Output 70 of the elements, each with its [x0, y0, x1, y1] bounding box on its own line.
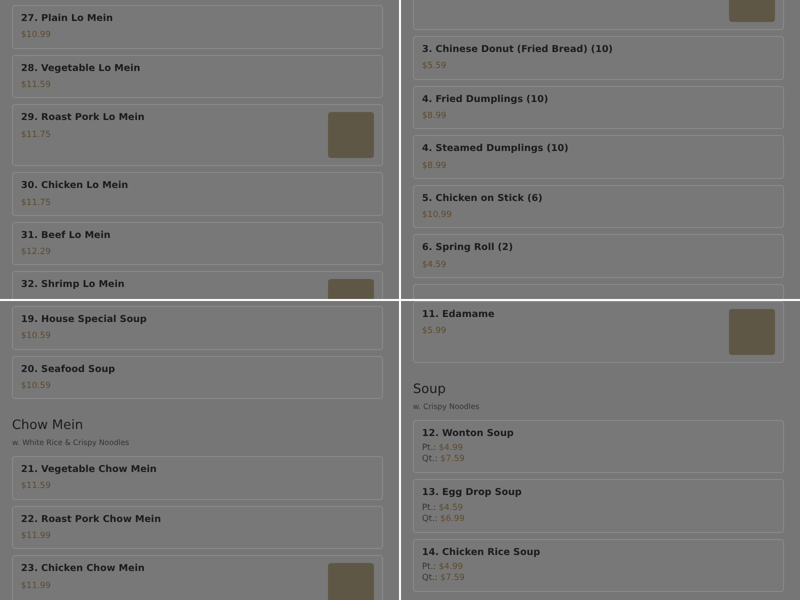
- item-name: 5. Chicken on Stick (6): [422, 192, 543, 204]
- item-price: $11.99: [21, 530, 52, 542]
- item-name: 12. Wonton Soup: [422, 428, 514, 440]
- item-price: $10.99: [422, 210, 453, 220]
- menu-item-card[interactable]: 14. Chicken Rice Soup Pt.: $4.99 Qt.: $7.59: [413, 538, 784, 592]
- item-price: $11.75: [21, 130, 52, 140]
- item-price: $5.59: [422, 61, 448, 72]
- item-price: $10.59: [21, 380, 52, 392]
- item-name: 4. Fried Dumplings (10): [422, 94, 548, 105]
- item-price: $10.59: [21, 331, 52, 342]
- menu-item-card[interactable]: 23. Chicken Chow Mein $11.99: [12, 555, 383, 600]
- item-name: 28. Vegetable Lo Mein: [21, 62, 140, 74]
- item-name: 19. House Special Soup: [21, 314, 147, 326]
- menu-item-card[interactable]: 4. Fried Dumplings (10) $8.99: [413, 86, 784, 130]
- menu-item-card[interactable]: 13. Egg Drop Soup Pt.: $4.59 Qt.: $6.99: [413, 479, 784, 533]
- item-price: $6.99: [440, 514, 465, 524]
- item-name: 31. Beef Lo Mein: [21, 230, 111, 242]
- item-name: 4. Steamed Dumplings (10): [422, 143, 569, 155]
- item-price: $4.99: [438, 562, 464, 572]
- item-price: $8.99: [422, 160, 448, 171]
- item-price: $11.59: [21, 481, 52, 492]
- menu-item-card[interactable]: 22. Roast Pork Chow Mein $11.99: [12, 506, 383, 550]
- item-price: $12.29: [21, 247, 52, 258]
- menu-item-card[interactable]: 5. Chicken on Stick (6) $10.99: [413, 184, 784, 228]
- item-name: 14. Chicken Rice Soup: [422, 546, 540, 558]
- menu-item-card[interactable]: 12. Wonton Soup Pt.: $4.99 Qt.: $7.59: [413, 420, 784, 474]
- item-name: 29. Roast Pork Lo Mein: [21, 112, 144, 124]
- menu-item-card[interactable]: 19. House Special Soup $10.59: [12, 306, 383, 350]
- item-name: 32. Shrimp Lo Mein: [21, 279, 124, 291]
- item-name: 6. Spring Roll (2): [422, 242, 513, 254]
- item-name: 20. Seafood Soup: [21, 364, 116, 375]
- menu-item-card[interactable]: 4. Steamed Dumplings (10) $8.99: [413, 135, 784, 179]
- price-label: Pt.:: [422, 502, 436, 513]
- section-title: Chow Mein: [12, 418, 84, 434]
- item-name: 30. Chicken Lo Mein: [21, 180, 128, 192]
- menu-item-card[interactable]: 6. Spring Roll (2) $4.59: [413, 234, 784, 278]
- item-name: 27. Plain Lo Mein: [21, 13, 113, 24]
- menu-item-card[interactable]: 11. Edamame $5.99: [413, 301, 784, 363]
- menu-item-card[interactable]: 27. Plain Lo Mein $10.99: [12, 5, 383, 49]
- item-price: $4.59: [438, 502, 464, 513]
- item-price: $5.99: [422, 326, 448, 337]
- item-name: 23. Chicken Chow Mein: [21, 563, 145, 575]
- menu-item-card[interactable]: 3. Chinese Donut (Fried Bread) (10) $5.59: [413, 36, 784, 80]
- price-label: Qt.:: [422, 514, 438, 524]
- menu-item-card[interactable]: 28. Vegetable Lo Mein $11.59: [12, 54, 383, 98]
- item-price: $8.99: [422, 110, 448, 122]
- item-name: 3. Chinese Donut (Fried Bread) (10): [422, 44, 613, 56]
- menu-item-card[interactable]: 21. Vegetable Chow Mein $11.59: [12, 456, 383, 500]
- item-price: $7.59: [440, 454, 465, 464]
- menu-item-card[interactable]: 29. Roast Pork Lo Mein $11.75: [12, 104, 383, 166]
- item-price: $11.59: [21, 80, 52, 90]
- menu-item-card[interactable]: 30. Chicken Lo Mein $11.75: [12, 172, 383, 216]
- item-name: 11. Edamame: [422, 309, 494, 320]
- item-price: $4.59: [422, 260, 448, 270]
- item-price: $7.59: [440, 573, 465, 584]
- price-label: Pt.:: [422, 443, 436, 454]
- price-label: Qt.:: [422, 573, 438, 584]
- item-price: $4.99: [438, 443, 464, 454]
- item-price: $11.75: [21, 198, 52, 208]
- item-price: $10.99: [21, 30, 52, 41]
- price-label: Qt.:: [422, 454, 438, 464]
- item-name: 21. Vegetable Chow Mein: [21, 464, 157, 476]
- item-price: $11.99: [21, 580, 52, 591]
- menu-item-card[interactable]: 32. Shrimp Lo Mein: [12, 271, 383, 299]
- item-name: 13. Egg Drop Soup: [422, 487, 522, 499]
- menu-item-card[interactable]: 20. Seafood Soup $10.59: [12, 356, 383, 400]
- menu-item-card[interactable]: 31. Beef Lo Mein $12.29: [12, 222, 383, 266]
- section-title: Soup: [413, 382, 447, 398]
- item-name: 22. Roast Pork Chow Mein: [21, 514, 161, 525]
- price-label: Pt.:: [422, 562, 436, 572]
